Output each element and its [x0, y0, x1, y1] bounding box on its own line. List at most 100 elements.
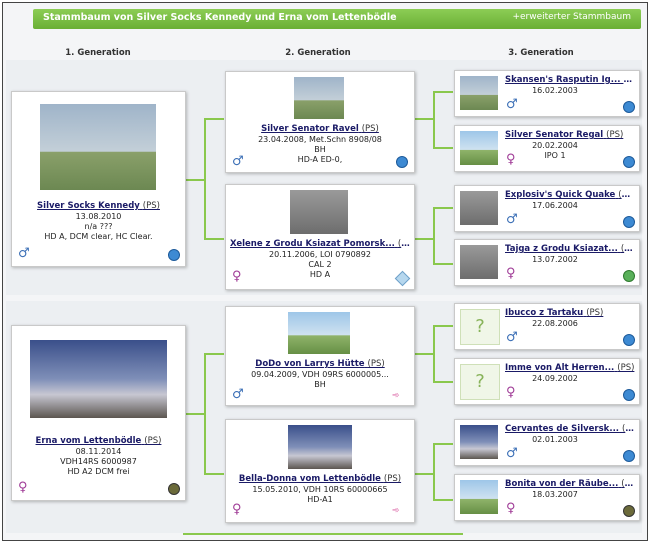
dog-name-link[interactable]: Ibucco z Tartaku (PS)	[505, 308, 635, 318]
dog-info: HD A2 DCM frei	[67, 467, 130, 476]
pedigree-card-gen3[interactable]: Skansen's Rasputin Ig... (PS) 16.02.2003…	[454, 70, 640, 117]
unknown-photo-icon: ?	[460, 364, 500, 400]
dog-info: HD-A ED-0,	[297, 155, 343, 164]
connector	[433, 207, 453, 209]
pedigree-card-gen2[interactable]: Bella-Donna vom Lettenbödle (PS) 15.05.2…	[225, 419, 415, 523]
arrows-icon[interactable]: ➾	[392, 506, 402, 516]
pedigree-card-sire[interactable]: Silver Socks Kennedy (PS) 13.08.2010 n/a…	[11, 91, 186, 267]
dog-name-link[interactable]: Silver Senator Ravel (PS)	[230, 124, 410, 134]
dog-info: BH	[314, 380, 326, 389]
dog-name-link[interactable]: Tajga z Grodu Ksiazat... (PS)	[505, 244, 635, 254]
info-badge-icon[interactable]	[168, 483, 180, 495]
connector	[204, 473, 224, 475]
dog-info: 16.02.2003	[532, 86, 578, 95]
dog-info: 20.11.2006, LOI 0790892	[269, 250, 371, 259]
dog-photo	[460, 191, 498, 225]
info-badge-icon[interactable]	[623, 156, 635, 168]
dog-info: 18.03.2007	[532, 490, 578, 499]
pedigree-card-gen3[interactable]: Bonita von der Räube... (PS) 18.03.2007 …	[454, 474, 640, 521]
female-icon: ♀	[232, 269, 242, 284]
pedigree-card-gen3[interactable]: Explosiv's Quick Quake (PS) 17.06.2004 ♂	[454, 185, 640, 232]
dog-info: 02.01.2003	[532, 435, 578, 444]
dog-photo	[30, 340, 167, 418]
dog-photo	[460, 245, 498, 279]
dog-info: 13.08.2010	[75, 212, 122, 221]
dog-photo	[290, 190, 348, 234]
male-icon: ♂	[506, 446, 518, 461]
dog-info: BH	[314, 145, 326, 154]
connector	[204, 118, 206, 240]
generation-1-heading: 1. Generation	[65, 48, 131, 58]
generation-2-heading: 2. Generation	[285, 48, 351, 58]
dog-name-link[interactable]: Erna vom Lettenbödle (PS)	[22, 436, 175, 446]
dog-name-link[interactable]: Bella-Donna vom Lettenbödle (PS)	[230, 474, 410, 484]
female-icon: ♀	[506, 501, 516, 516]
info-badge-icon[interactable]	[623, 270, 635, 282]
info-badge-icon[interactable]	[623, 450, 635, 462]
info-badge-icon[interactable]	[623, 334, 635, 346]
pedigree-card-gen2[interactable]: Xelene z Grodu Ksiazat Pomorsk... (PS) 2…	[225, 184, 415, 290]
dog-name-link[interactable]: Bonita von der Räube... (PS)	[505, 479, 635, 489]
connector	[204, 238, 224, 240]
connector	[433, 91, 435, 149]
dog-info: 15.05.2010, VDH 10RS 60000665	[252, 485, 388, 494]
dog-info: 09.04.2009, VDH 09RS 6000005...	[251, 370, 389, 379]
info-badge-icon[interactable]	[623, 101, 635, 113]
dog-name-link[interactable]: Silver Socks Kennedy (PS)	[22, 201, 175, 211]
dog-photo	[460, 131, 498, 165]
pedigree-header: Stammbaum von Silver Socks Kennedy und E…	[33, 9, 641, 29]
dog-name-link[interactable]: Skansen's Rasputin Ig... (PS)	[505, 75, 635, 85]
connector	[185, 179, 205, 181]
dog-name-link[interactable]: DoDo von Larrys Hütte (PS)	[230, 359, 410, 369]
male-icon: ♂	[232, 387, 244, 402]
info-badge-icon[interactable]	[623, 216, 635, 228]
pedigree-card-gen3[interactable]: ? Imme von Alt Herren... (PS) 24.09.2002…	[454, 358, 640, 405]
pedigree-card-dam[interactable]: Erna vom Lettenbödle (PS) 08.11.2014 VDH…	[11, 325, 186, 501]
info-badge-icon[interactable]	[623, 389, 635, 401]
dog-info: 17.06.2004	[532, 201, 578, 210]
connector	[414, 238, 434, 240]
extended-pedigree-link[interactable]: +erweiterter Stammbaum	[512, 12, 631, 22]
female-icon: ♀	[506, 385, 516, 400]
pedigree-card-gen3[interactable]: Cervantes de Silversk... (PS) 02.01.2003…	[454, 419, 640, 466]
connector	[433, 443, 453, 445]
male-icon: ♂	[506, 212, 518, 227]
dog-info: CAL 2	[308, 260, 332, 269]
arrows-icon[interactable]: ➾	[392, 391, 402, 401]
female-icon: ♀	[18, 480, 28, 495]
dog-info: HD A, DCM clear, HC Clear.	[44, 232, 153, 241]
dog-name-link[interactable]: Explosiv's Quick Quake (PS)	[505, 190, 635, 200]
pedigree-card-gen2[interactable]: DoDo von Larrys Hütte (PS) 09.04.2009, V…	[225, 306, 415, 406]
info-badge-icon[interactable]	[623, 505, 635, 517]
dog-name-link[interactable]: Imme von Alt Herren... (PS)	[505, 363, 635, 373]
info-badge-icon[interactable]	[168, 249, 180, 261]
pedigree-frame: Stammbaum von Silver Socks Kennedy und E…	[2, 2, 648, 541]
dog-name-link[interactable]: Xelene z Grodu Ksiazat Pomorsk... (PS)	[230, 239, 410, 249]
dog-photo	[460, 480, 498, 514]
dog-name-link[interactable]: Cervantes de Silversk... (PS)	[505, 424, 635, 434]
connector	[414, 353, 434, 355]
pedigree-card-gen3[interactable]: Tajga z Grodu Ksiazat... (PS) 13.07.2002…	[454, 239, 640, 286]
pedigree-card-gen3[interactable]: Silver Senator Regal (PS) 20.02.2004 IPO…	[454, 125, 640, 172]
pedigree-card-gen3[interactable]: ? Ibucco z Tartaku (PS) 22.08.2006 ♂	[454, 303, 640, 350]
dog-name-link[interactable]: Silver Senator Regal (PS)	[505, 130, 635, 140]
footer-divider	[183, 533, 463, 535]
connector	[433, 325, 453, 327]
connector	[204, 118, 224, 120]
connector	[204, 353, 206, 475]
connector	[433, 263, 453, 265]
pedigree-card-gen2[interactable]: Silver Senator Ravel (PS) 23.04.2008, Me…	[225, 71, 415, 173]
dog-photo	[288, 425, 352, 469]
connector	[204, 353, 224, 355]
connector	[433, 499, 453, 501]
dog-info: HD-A1	[307, 495, 333, 504]
male-icon: ♂	[506, 97, 518, 112]
dog-photo	[294, 77, 344, 119]
dog-info: IPO 1	[544, 151, 566, 160]
info-badge-icon[interactable]	[396, 156, 408, 168]
connector	[185, 413, 205, 415]
dog-photo	[460, 76, 498, 110]
connector	[433, 443, 435, 501]
connector	[433, 381, 453, 383]
unknown-photo-icon: ?	[460, 309, 500, 345]
